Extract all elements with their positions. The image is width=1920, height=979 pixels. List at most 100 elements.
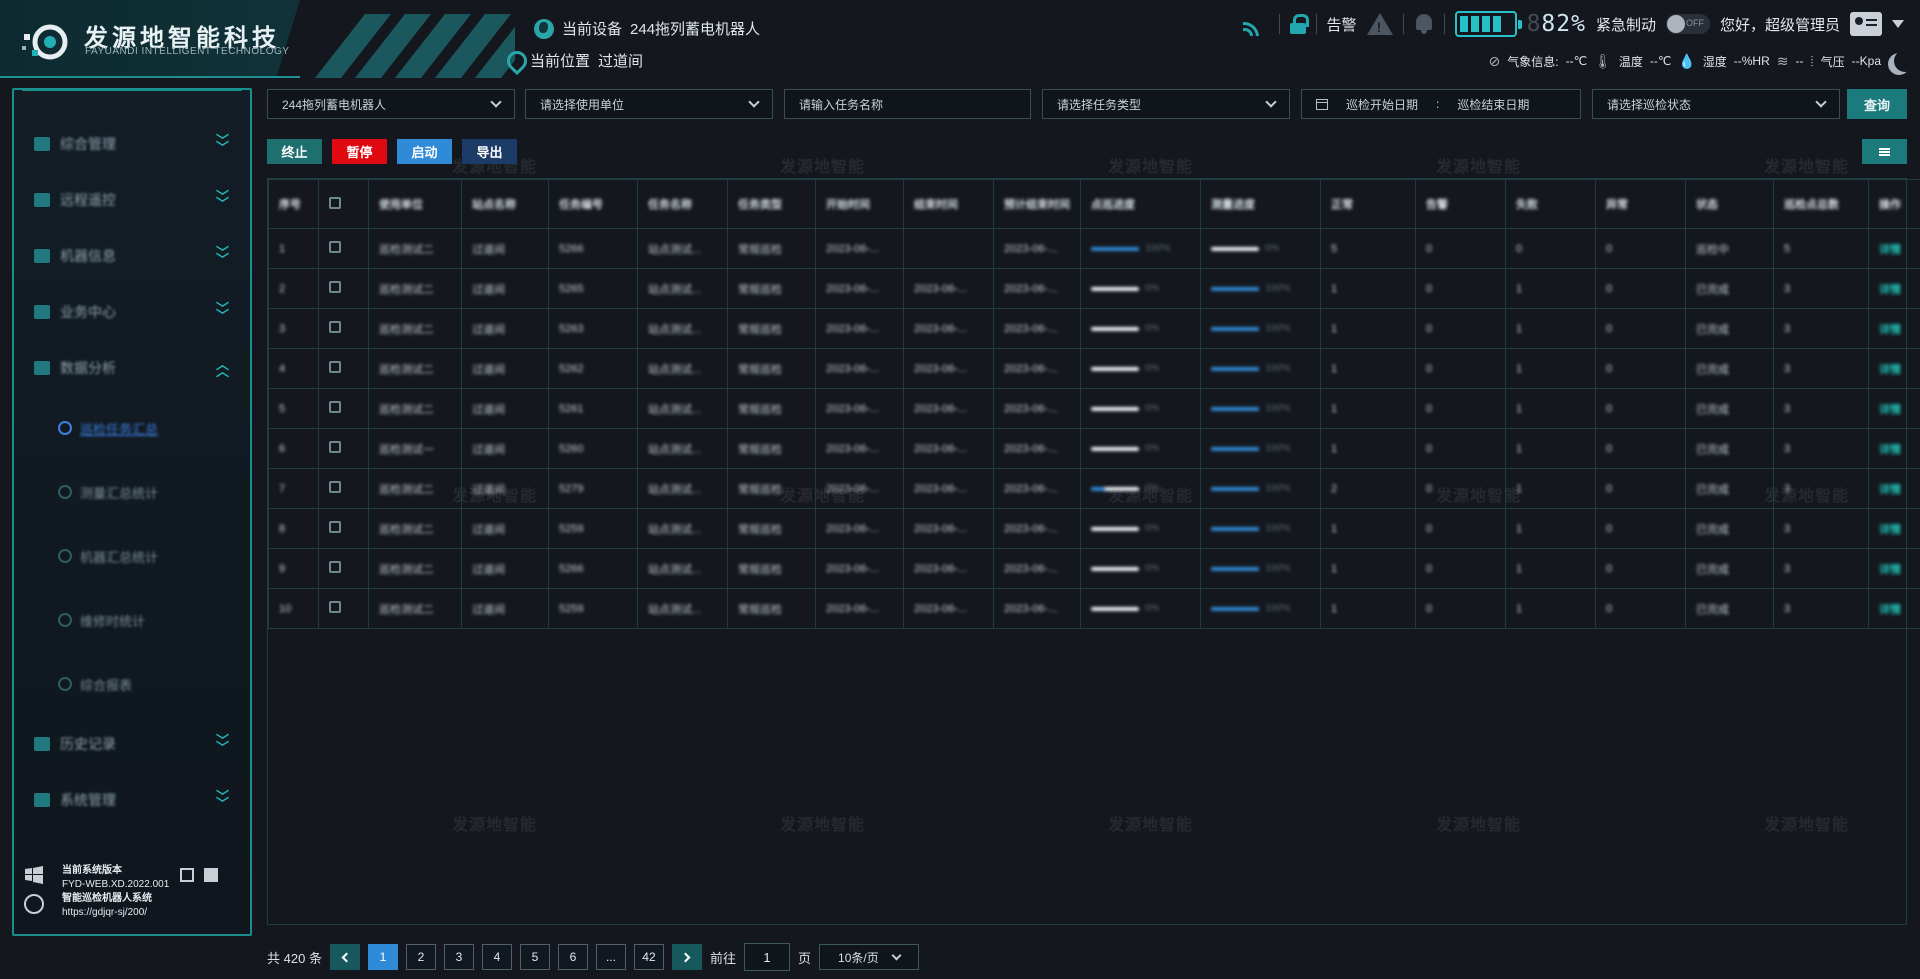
task-type-select[interactable]: 请选择任务类型 — [1042, 89, 1290, 119]
chevron-down-icon[interactable]: ﹀ ﹀ — [216, 190, 229, 210]
page-button[interactable]: 3 — [443, 944, 474, 970]
chevron-down-icon[interactable]: ﹀ ﹀ — [216, 734, 229, 754]
next-page-button[interactable] — [671, 944, 702, 970]
table-cell[interactable]: 详情 — [1868, 228, 1920, 269]
table-row[interactable]: 1 巡检测试二 过道间 5266 站点测试... 常规巡检 2023-06-... 2023-… — [268, 228, 1920, 269]
query-button[interactable]: 查询 — [1847, 89, 1907, 119]
sidebar-item[interactable]: 远程遥控 ﹀ ﹀ — [14, 172, 250, 228]
alarm-label[interactable]: 告警 — [1327, 14, 1357, 35]
detail-link[interactable]: 详情 — [1879, 324, 1901, 336]
column-header[interactable] — [318, 179, 369, 229]
estop-toggle[interactable]: OFF — [1665, 14, 1710, 34]
page-ellipsis[interactable]: ... — [595, 944, 626, 970]
table-cell[interactable]: 详情 — [1868, 468, 1920, 509]
table-cell[interactable] — [318, 268, 369, 309]
pause-button[interactable]: 暂停 — [332, 139, 387, 164]
task-name-input[interactable]: 请输入任务名称 — [784, 89, 1031, 119]
table-row[interactable]: 2 巡检测试二 过道间 5265 站点测试... 常规巡检 2023-06-... 2023-… — [268, 268, 1920, 309]
table-cell[interactable] — [318, 228, 369, 269]
detail-link[interactable]: 详情 — [1879, 604, 1901, 616]
goto-page-input[interactable] — [744, 943, 790, 971]
start-date-placeholder[interactable]: 巡检开始日期 — [1346, 96, 1418, 113]
page-button[interactable]: 6 — [557, 944, 588, 970]
detail-link[interactable]: 详情 — [1879, 484, 1901, 496]
row-checkbox[interactable] — [329, 361, 341, 373]
row-checkbox[interactable] — [329, 401, 341, 413]
sidebar-item[interactable]: 机器信息 ﹀ ﹀ — [14, 228, 250, 284]
table-row[interactable]: 6 巡检测试一 过道间 5260 站点测试... 常规巡检 2023-06-... 2023-… — [268, 428, 1920, 469]
table-cell[interactable] — [318, 468, 369, 509]
table-cell[interactable]: 详情 — [1868, 428, 1920, 469]
prev-page-button[interactable] — [329, 944, 360, 970]
chevron-down-icon[interactable]: ﹀ ﹀ — [216, 302, 229, 322]
table-row[interactable]: 7 巡检测试二 过道间 5279 站点测试... 常规巡检 2023-06-... 2023-… — [268, 468, 1920, 509]
date-range-picker[interactable]: 巡检开始日期 : 巡检结束日期 — [1301, 89, 1581, 119]
sidebar-subitem[interactable]: 巡检任务汇总 — [14, 396, 250, 460]
detail-link[interactable]: 详情 — [1879, 444, 1901, 456]
moon-icon[interactable] — [1894, 50, 1916, 72]
start-button[interactable]: 启动 — [397, 139, 452, 164]
table-cell[interactable] — [318, 508, 369, 549]
sidebar-subitem[interactable]: 维修时统计 — [14, 588, 250, 652]
grid-icon[interactable] — [180, 868, 194, 882]
sidebar-item[interactable]: 系统管理 ﹀ ﹀ — [14, 772, 250, 828]
page-button[interactable]: 2 — [405, 944, 436, 970]
page-size-select[interactable]: 10条/页 — [819, 944, 920, 970]
row-checkbox[interactable] — [329, 561, 341, 573]
detail-link[interactable]: 详情 — [1879, 524, 1901, 536]
table-cell[interactable]: 详情 — [1868, 268, 1920, 309]
sidebar-subitem[interactable]: 综合报表 — [14, 652, 250, 716]
status-select[interactable]: 请选择巡检状态 — [1592, 89, 1840, 119]
table-cell[interactable]: 详情 — [1868, 308, 1920, 349]
user-card-icon[interactable] — [1850, 12, 1882, 36]
detail-link[interactable]: 详情 — [1879, 284, 1901, 296]
chevron-down-icon[interactable]: ﹀ ﹀ — [216, 134, 229, 154]
export-button[interactable]: 导出 — [462, 139, 517, 164]
table-cell[interactable]: 详情 — [1868, 588, 1920, 629]
row-checkbox[interactable] — [329, 521, 341, 533]
page-button[interactable]: 4 — [481, 944, 512, 970]
end-date-placeholder[interactable]: 巡检结束日期 — [1457, 96, 1529, 113]
page-button[interactable]: 5 — [519, 944, 550, 970]
sidebar-item[interactable]: 综合管理 ﹀ ﹀ — [14, 116, 250, 172]
detail-link[interactable]: 详情 — [1879, 564, 1901, 576]
document-icon[interactable] — [204, 868, 218, 882]
lock-icon[interactable] — [1289, 14, 1309, 34]
table-row[interactable]: 5 巡检测试二 过道间 5261 站点测试... 常规巡检 2023-06-... 2023-… — [268, 388, 1920, 429]
row-checkbox[interactable] — [329, 601, 341, 613]
column-settings-button[interactable] — [1862, 139, 1907, 164]
unit-select[interactable]: 请选择使用单位 — [525, 89, 773, 119]
table-cell[interactable] — [318, 388, 369, 429]
table-row[interactable]: 3 巡检测试二 过道间 5263 站点测试... 常规巡检 2023-06-... 2023-… — [268, 308, 1920, 349]
table-cell[interactable] — [318, 588, 369, 629]
user-menu-caret[interactable] — [1892, 20, 1904, 28]
chevron-down-icon[interactable]: ﹀ ﹀ — [216, 790, 229, 810]
sidebar-subitem[interactable]: 机器汇总统计 — [14, 524, 250, 588]
table-cell[interactable]: 详情 — [1868, 388, 1920, 429]
row-checkbox[interactable] — [329, 241, 341, 253]
row-checkbox[interactable] — [329, 481, 341, 493]
table-cell[interactable]: 详情 — [1868, 548, 1920, 589]
detail-link[interactable]: 详情 — [1879, 404, 1901, 416]
select-all-checkbox[interactable] — [329, 196, 341, 209]
table-row[interactable]: 9 巡检测试二 过道间 5266 站点测试... 常规巡检 2023-06-... 2023-… — [268, 548, 1920, 589]
row-checkbox[interactable] — [329, 321, 341, 333]
table-cell[interactable] — [318, 308, 369, 349]
robot-select[interactable]: 244拖列蓄电机器人 — [267, 89, 515, 119]
stop-button[interactable]: 终止 — [267, 139, 322, 164]
table-cell[interactable] — [318, 428, 369, 469]
table-cell[interactable]: 详情 — [1868, 348, 1920, 389]
chevron-up-icon[interactable]: ︿ ︿ — [216, 358, 229, 378]
chevron-down-icon[interactable]: ﹀ ﹀ — [216, 246, 229, 266]
row-checkbox[interactable] — [329, 441, 341, 453]
system-url[interactable]: https://gdjqr-sj/200/ — [62, 906, 244, 920]
row-checkbox[interactable] — [329, 281, 341, 293]
detail-link[interactable]: 详情 — [1879, 244, 1901, 256]
table-row[interactable]: 10 巡检测试二 过道间 5259 站点测试... 常规巡检 2023-06-... 2023… — [268, 588, 1920, 629]
table-row[interactable]: 8 巡检测试二 过道间 5259 站点测试... 常规巡检 2023-06-... 2023-… — [268, 508, 1920, 549]
sidebar-item[interactable]: 历史记录 ﹀ ﹀ — [14, 716, 250, 772]
table-cell[interactable] — [318, 348, 369, 389]
page-button[interactable]: 42 — [633, 944, 664, 970]
page-button[interactable]: 1 — [367, 944, 398, 970]
sidebar-item[interactable]: 业务中心 ﹀ ﹀ — [14, 284, 250, 340]
